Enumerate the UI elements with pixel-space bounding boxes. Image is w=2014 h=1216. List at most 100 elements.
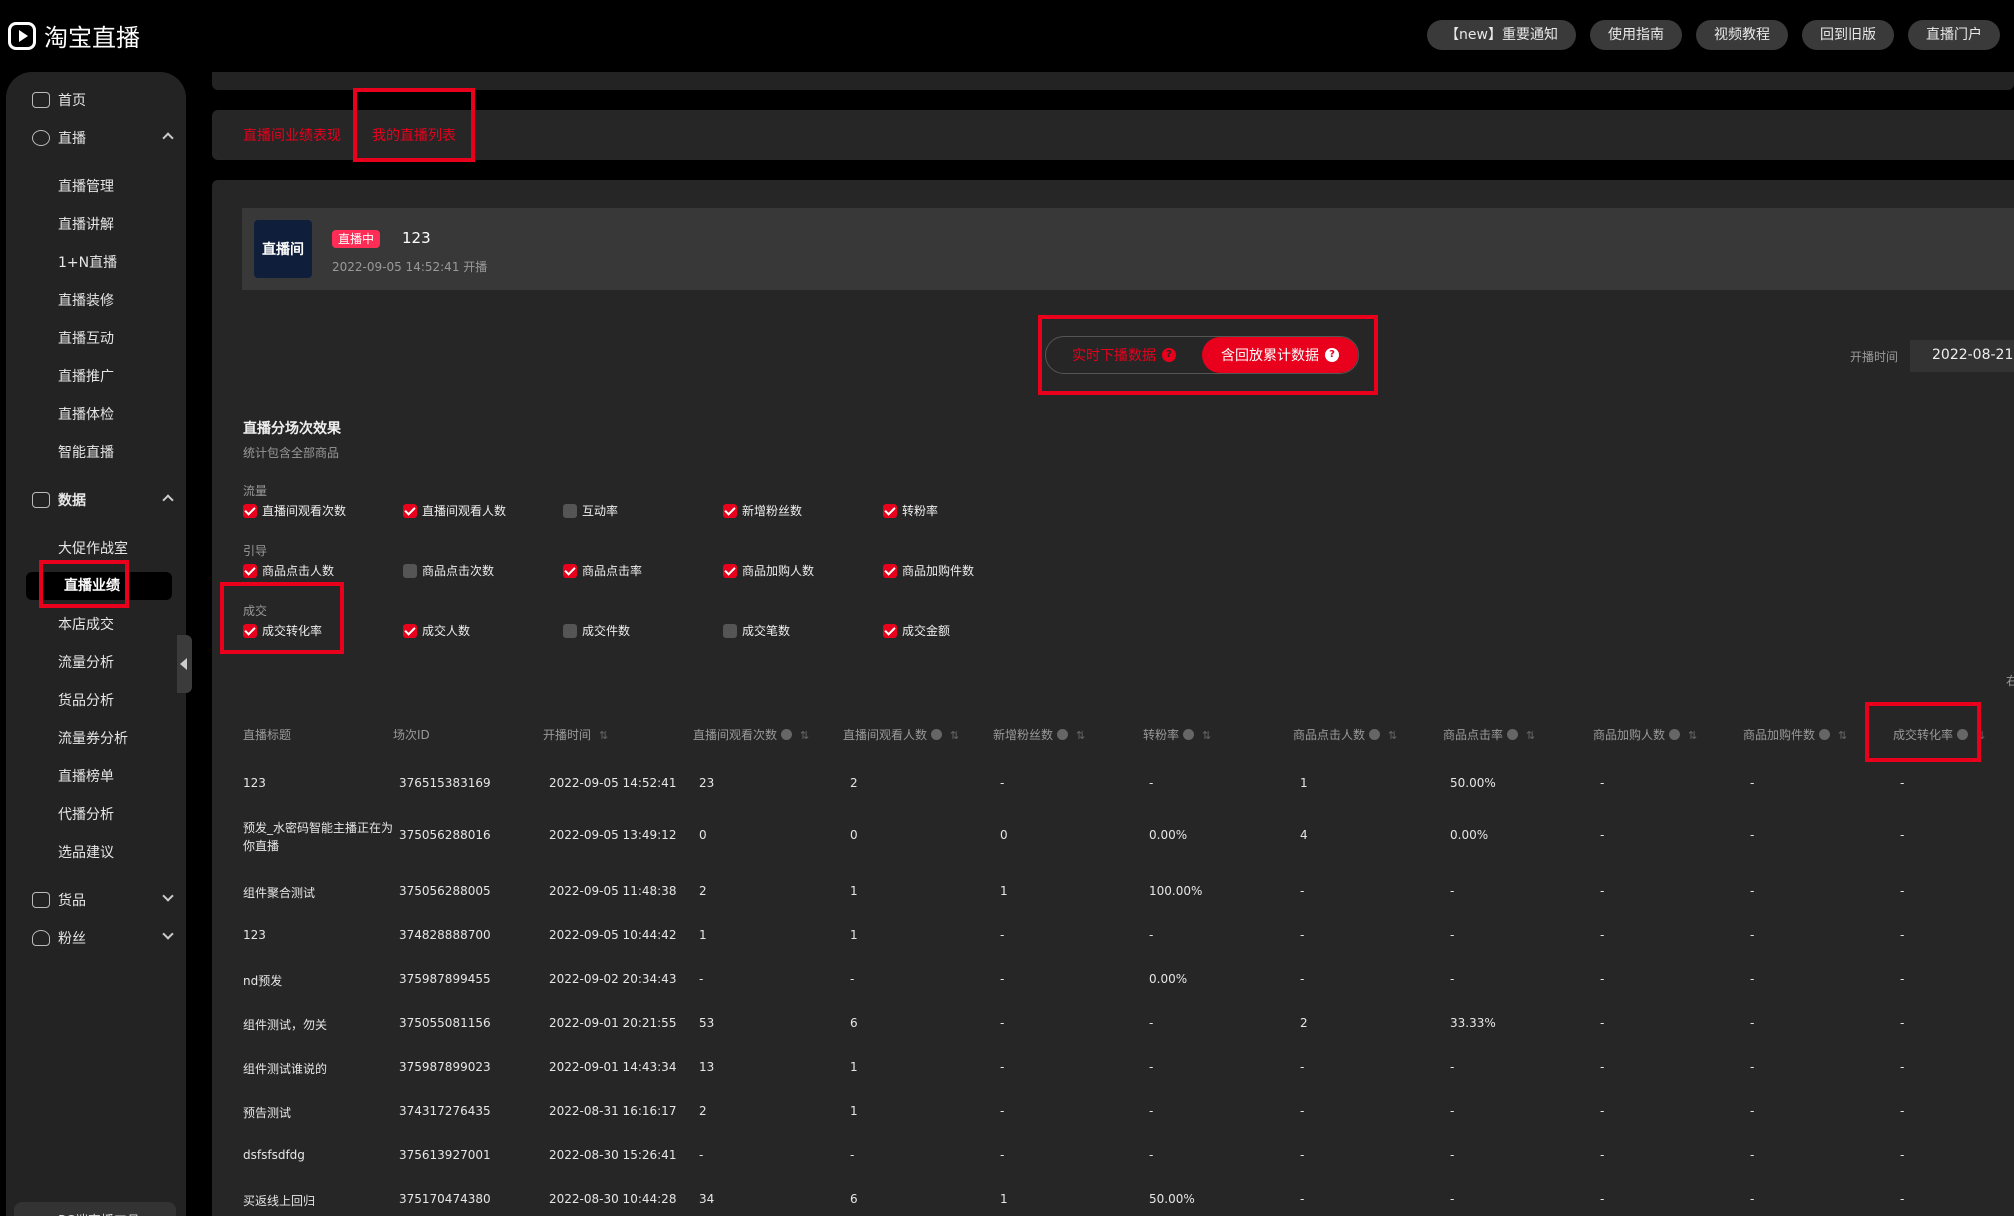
table-header-cell[interactable]: 开播时间 ⇅ (543, 726, 608, 743)
table-cell-title[interactable]: 组件聚合测试 (243, 884, 315, 901)
table-cell-title[interactable]: 123 (243, 776, 266, 790)
help-icon[interactable] (1057, 729, 1069, 740)
date-filter-input[interactable]: 2022-08-21 (1910, 340, 2014, 372)
metric-checkbox[interactable]: 成交人数 (403, 622, 470, 639)
metric-checkbox[interactable]: 商品点击率 (563, 562, 642, 579)
table-cell-title[interactable]: nd预发 (243, 972, 282, 989)
sort-icon[interactable]: ⇅ (1526, 729, 1535, 742)
help-icon[interactable] (1819, 729, 1831, 740)
table-cell-title[interactable]: 预告测试 (243, 1104, 291, 1121)
metric-checkbox[interactable]: 商品点击人数 (243, 562, 334, 579)
metric-checkbox[interactable]: 直播间观看次数 (243, 502, 346, 519)
logo[interactable]: 淘宝直播 (8, 18, 140, 53)
top-link-video[interactable]: 视频教程 (1696, 20, 1788, 50)
sidebar-home[interactable]: 首页 (32, 88, 172, 112)
sidebar-item-live-performance[interactable]: 直播业绩 (26, 572, 172, 600)
table-header-cell[interactable]: 转粉率 ⇅ (1143, 726, 1211, 743)
sidebar-collapse-handle[interactable] (177, 635, 192, 693)
table-header-cell[interactable]: 商品点击率 ⇅ (1443, 726, 1535, 743)
help-icon[interactable] (1669, 729, 1681, 740)
table-cell-title[interactable]: 买返线上回归 (243, 1192, 315, 1209)
metric-checkbox[interactable]: 互动率 (563, 502, 618, 519)
sidebar-group-data[interactable]: 数据 (32, 488, 174, 512)
help-icon[interactable] (1369, 729, 1381, 740)
live-title: 123 (402, 229, 431, 247)
metric-checkbox[interactable]: 新增粉丝数 (723, 502, 802, 519)
table-cell-title[interactable]: 预发_水密码智能主播正在为你直播 (243, 819, 393, 855)
table-cell-title[interactable]: 组件测试谁说的 (243, 1060, 327, 1077)
sidebar-item-live-promo[interactable]: 直播推广 (58, 366, 114, 386)
sidebar-group-goods-label: 货品 (58, 893, 86, 909)
help-icon[interactable] (1507, 729, 1519, 740)
table-header-cell[interactable]: 商品点击人数 ⇅ (1293, 726, 1397, 743)
sidebar-item-live-check[interactable]: 直播体检 (58, 404, 114, 424)
table-header-cell[interactable]: 直播间观看次数 ⇅ (693, 726, 809, 743)
help-icon[interactable] (1957, 729, 1969, 740)
sidebar-item-war-room[interactable]: 大促作战室 (58, 538, 128, 558)
sort-icon[interactable]: ⇅ (1388, 729, 1397, 742)
sort-icon[interactable]: ⇅ (599, 729, 608, 742)
sidebar-item-live-manage[interactable]: 直播管理 (58, 176, 114, 196)
metric-checkbox[interactable]: 转粉率 (883, 502, 938, 519)
sidebar-item-traffic[interactable]: 流量分析 (58, 652, 114, 672)
metric-checkbox[interactable]: 成交转化率 (243, 622, 322, 639)
metric-checkbox[interactable]: 成交金额 (883, 622, 950, 639)
sidebar-item-live-decor[interactable]: 直播装修 (58, 290, 114, 310)
table-header-cell[interactable]: 直播间观看人数 ⇅ (843, 726, 959, 743)
top-link-guide[interactable]: 使用指南 (1590, 20, 1682, 50)
metric-checkbox[interactable]: 商品点击次数 (403, 562, 494, 579)
table-cell: - (1900, 972, 1905, 986)
table-header-cell[interactable]: 商品加购人数 ⇅ (1593, 726, 1697, 743)
live-card[interactable]: 直播间 直播中 123 2022-09-05 14:52:41 开播 (242, 208, 2014, 290)
tab-my-live-list[interactable]: 我的直播列表 (372, 125, 456, 145)
metric-checkbox[interactable]: 成交件数 (563, 622, 630, 639)
sidebar-item-agent-analysis[interactable]: 代播分析 (58, 804, 114, 824)
metric-checkbox[interactable]: 商品加购件数 (883, 562, 974, 579)
sort-icon[interactable]: ⇅ (1076, 729, 1085, 742)
toggle-realtime-label: 实时下播数据 (1072, 348, 1156, 364)
sidebar-item-live-explain[interactable]: 直播讲解 (58, 214, 114, 234)
sort-icon[interactable]: ⇅ (1688, 729, 1697, 742)
help-icon[interactable] (1183, 729, 1195, 740)
metric-checkbox[interactable]: 商品加购人数 (723, 562, 814, 579)
sidebar-item-live-rank[interactable]: 直播榜单 (58, 766, 114, 786)
help-icon[interactable] (781, 729, 793, 740)
table-cell-title[interactable]: 组件测试，勿关 (243, 1016, 327, 1033)
table-header-cell[interactable]: 新增粉丝数 ⇅ (993, 726, 1085, 743)
sort-icon[interactable]: ⇅ (800, 729, 809, 742)
toggle-realtime[interactable]: 实时下播数据 ? (1046, 337, 1202, 373)
sidebar-item-live-interact[interactable]: 直播互动 (58, 328, 114, 348)
sidebar-item-store-deal[interactable]: 本店成交 (58, 614, 114, 634)
sidebar-group-live[interactable]: 直播 (32, 126, 174, 150)
table-header-cell[interactable]: 成交转化率 ⇅ (1893, 726, 1985, 743)
tab-live-performance[interactable]: 直播间业绩表现 (243, 125, 341, 145)
pc-live-tool-button[interactable]: PC端直播工具 (14, 1202, 176, 1216)
top-link-notice[interactable]: 【new】重要通知 (1427, 20, 1576, 50)
sidebar-item-selection[interactable]: 选品建议 (58, 842, 114, 862)
sort-icon[interactable]: ⇅ (1976, 729, 1985, 742)
sidebar-item-goods-analysis[interactable]: 货品分析 (58, 690, 114, 710)
metric-checkbox[interactable]: 成交笔数 (723, 622, 790, 639)
sort-icon[interactable]: ⇅ (1838, 729, 1847, 742)
table-cell-title[interactable]: dsfsfsdfdg (243, 1148, 305, 1162)
sidebar-item-1n-live[interactable]: 1+N直播 (58, 252, 117, 272)
metric-checkbox[interactable]: 直播间观看人数 (403, 502, 506, 519)
table-cell: 374828888700 (399, 928, 491, 942)
top-link-old-version[interactable]: 回到旧版 (1802, 20, 1894, 50)
table-header-cell[interactable]: 商品加购件数 ⇅ (1743, 726, 1847, 743)
sidebar-home-label: 首页 (58, 93, 86, 109)
help-icon[interactable]: ? (1325, 348, 1339, 362)
metric-group-label: 成交 (243, 604, 268, 618)
sidebar-item-coupon-analysis[interactable]: 流量券分析 (58, 728, 128, 748)
sidebar-group-fans[interactable]: 粉丝 (32, 926, 174, 950)
help-icon[interactable]: ? (1162, 348, 1176, 362)
help-icon[interactable] (931, 729, 943, 740)
sidebar-item-smart-live[interactable]: 智能直播 (58, 442, 114, 462)
sidebar-group-goods[interactable]: 货品 (32, 888, 174, 912)
table-cell-title[interactable]: 123 (243, 928, 266, 942)
sort-icon[interactable]: ⇅ (950, 729, 959, 742)
toggle-cumulative[interactable]: 含回放累计数据 ? (1202, 337, 1358, 373)
sort-icon[interactable]: ⇅ (1202, 729, 1211, 742)
table-cell: - (1750, 1104, 1755, 1118)
top-link-portal[interactable]: 直播门户 (1908, 20, 2000, 50)
